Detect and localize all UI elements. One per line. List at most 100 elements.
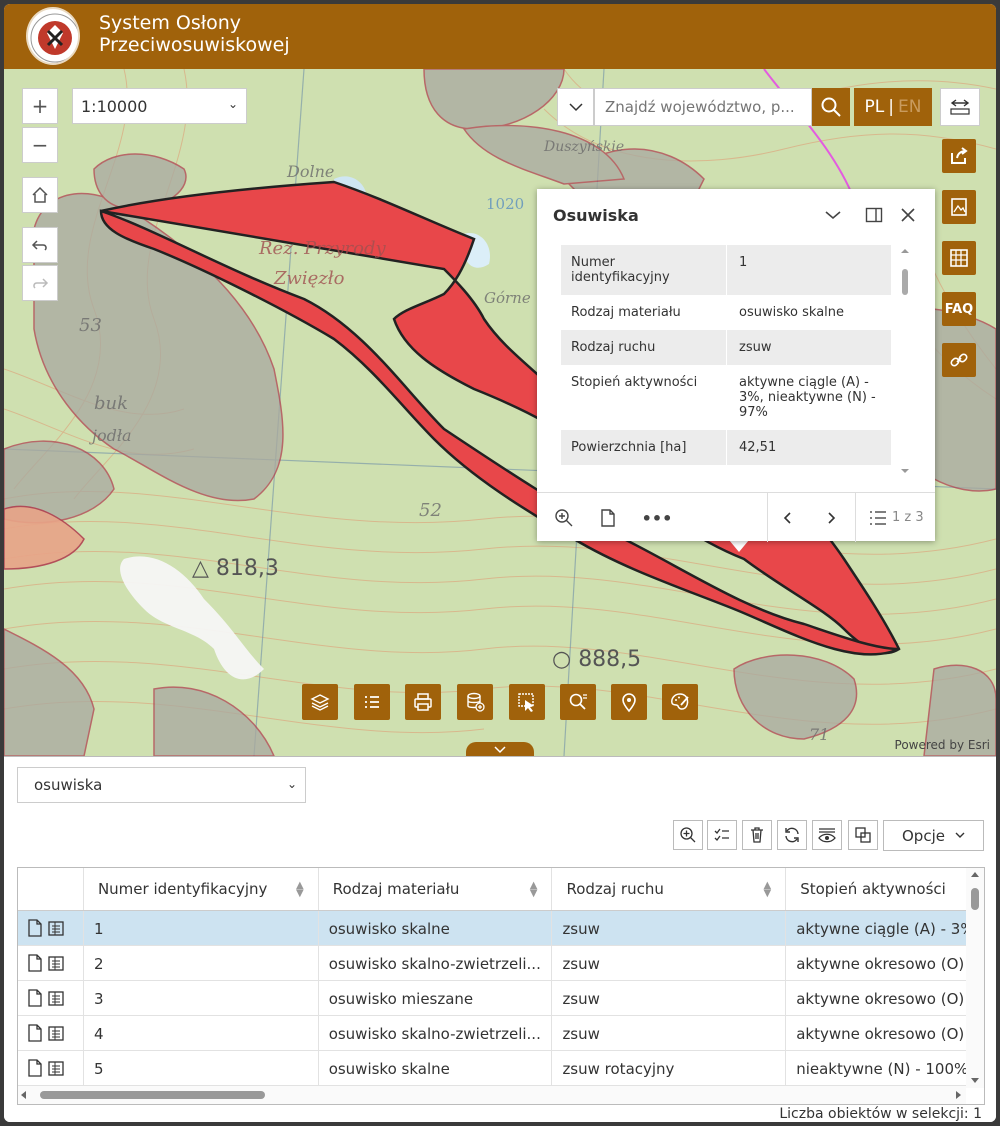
lang-pl[interactable]: PL — [865, 97, 885, 117]
chevron-down-icon — [955, 832, 965, 838]
database-add-icon — [467, 692, 485, 712]
options-dropdown[interactable]: Opcje — [883, 820, 984, 851]
filter-visible-button[interactable] — [812, 820, 842, 850]
layer-select[interactable]: osuwiska ⌄ — [17, 767, 306, 803]
switch-selection-button[interactable] — [848, 820, 878, 850]
measure-button[interactable] — [940, 88, 980, 126]
zoom-to-selection-button[interactable] — [673, 820, 703, 850]
scale-value: 1:10000 — [81, 97, 148, 116]
lang-en[interactable]: EN — [898, 97, 921, 117]
document-icon[interactable] — [26, 1058, 44, 1078]
home-button[interactable] — [22, 177, 58, 213]
clear-selection-button[interactable] — [742, 820, 772, 850]
popup-key: Stopień aktywności — [571, 375, 698, 390]
table-row[interactable]: 2 osuwisko skalno-zwietrzeli... zsuw akt… — [18, 946, 966, 981]
next-feature-button[interactable] — [818, 505, 844, 531]
column-header[interactable]: Stopień aktywności — [786, 868, 966, 910]
zoom-feature-icon[interactable] — [46, 953, 66, 973]
column-header[interactable]: Rodzaj ruchu ▲ ▼ — [552, 868, 787, 910]
table-row[interactable]: 4 osuwisko skalno-zwietrzeli... zsuw akt… — [18, 1016, 966, 1051]
query-button[interactable] — [560, 684, 596, 720]
document-icon[interactable] — [26, 918, 44, 938]
horizontal-scrollbar[interactable] — [18, 1086, 966, 1104]
document-icon[interactable] — [26, 988, 44, 1008]
popup-dock-button[interactable] — [862, 203, 886, 227]
sort-icon[interactable]: ▲ ▼ — [296, 881, 304, 899]
popup-key: Rodzaj ruchu — [571, 340, 656, 355]
checklist-icon — [714, 828, 729, 841]
chevron-right-icon — [828, 512, 836, 524]
map-label-888: ○ 888,5 — [552, 647, 641, 672]
layers-icon — [310, 694, 330, 711]
refresh-button[interactable] — [777, 820, 807, 850]
table-button[interactable] — [942, 241, 976, 275]
faq-button[interactable]: FAQ — [942, 292, 976, 326]
search-source-dropdown[interactable] — [557, 88, 594, 126]
map-label-jodla: jodła — [89, 426, 132, 445]
app-title-line1: System Osłony — [99, 12, 242, 34]
row-actions — [18, 911, 84, 945]
table-row[interactable]: 3 osuwisko mieszane zsuw aktywne okresow… — [18, 981, 966, 1016]
show-selected-button[interactable] — [707, 820, 737, 850]
sort-icon[interactable]: ▲ ▼ — [530, 881, 538, 899]
zoom-feature-icon[interactable] — [46, 1023, 66, 1043]
map-pin-icon — [622, 693, 636, 713]
row-actions — [18, 1051, 84, 1085]
cell: osuwisko mieszane — [319, 981, 553, 1015]
popup-scrollbar[interactable] — [899, 247, 911, 475]
language-switcher[interactable]: PL | EN — [854, 88, 932, 126]
sort-icon[interactable]: ▲ ▼ — [764, 881, 772, 899]
document-icon[interactable] — [26, 953, 44, 973]
vertical-scrollbar[interactable] — [966, 868, 984, 1088]
print-button[interactable] — [405, 684, 441, 720]
layers-button[interactable] — [302, 684, 338, 720]
table-row[interactable]: 1 osuwisko skalne zsuw aktywne ciągle (A… — [18, 911, 966, 946]
table-row[interactable]: 5 osuwisko skalne zsuw rotacyjny nieakty… — [18, 1051, 966, 1086]
collapse-panel-button[interactable] — [466, 742, 534, 756]
chevron-down-icon: ⌄ — [227, 97, 238, 111]
legend-button[interactable] — [354, 684, 390, 720]
map-view[interactable]: Dolne Rez. Przyrody Zwięzło 53 buk jodła… — [4, 69, 996, 756]
redo-button[interactable] — [22, 265, 58, 301]
draw-button[interactable] — [662, 684, 698, 720]
feature-list-button[interactable] — [865, 505, 891, 531]
zoom-feature-icon[interactable] — [46, 988, 66, 1008]
zoom-to-button[interactable] — [551, 505, 577, 531]
column-header[interactable]: Numer identyfikacyjny ▲ ▼ — [84, 868, 319, 910]
faq-label: FAQ — [944, 301, 974, 317]
popup-key: Rodzaj materiału — [571, 305, 681, 320]
link-icon — [950, 353, 968, 367]
search-button[interactable] — [812, 88, 850, 126]
location-button[interactable] — [611, 684, 647, 720]
more-options-button[interactable]: ••• — [642, 505, 673, 531]
select-button[interactable] — [509, 684, 545, 720]
popup-close-button[interactable] — [896, 203, 920, 227]
add-data-button[interactable] — [457, 684, 493, 720]
zoom-out-button[interactable]: − — [22, 127, 58, 163]
basemap-gallery-button[interactable] — [942, 190, 976, 224]
popup-collapse-button[interactable] — [821, 203, 845, 227]
search-input[interactable] — [594, 88, 812, 126]
column-header[interactable]: Rodzaj materiału ▲ ▼ — [319, 868, 553, 910]
document-icon[interactable] — [26, 1023, 44, 1043]
chevron-down-icon — [494, 746, 506, 754]
redo-icon — [33, 278, 49, 289]
popup-value: 1 — [726, 245, 891, 295]
undo-button[interactable] — [22, 227, 58, 263]
document-button[interactable] — [595, 505, 621, 531]
zoom-feature-icon[interactable] — [46, 1058, 66, 1078]
column-header-label: Rodzaj materiału — [332, 880, 460, 898]
previous-feature-button[interactable] — [775, 505, 801, 531]
scale-select[interactable]: 1:10000 ⌄ — [72, 88, 247, 124]
link-button[interactable] — [942, 343, 976, 377]
cell: osuwisko skalno-zwietrzeli... — [319, 1016, 553, 1050]
attribution[interactable]: Powered by Esri — [895, 738, 990, 752]
share-button[interactable] — [942, 139, 976, 173]
copy-squares-icon — [855, 827, 871, 843]
home-icon — [32, 186, 48, 203]
zoom-feature-icon[interactable] — [46, 918, 66, 938]
cell: osuwisko skalno-zwietrzeli... — [319, 946, 553, 980]
map-label-zwiezlo: Zwięzło — [273, 268, 345, 289]
zoom-in-button[interactable]: + — [22, 88, 58, 124]
popup-key: Powierzchnia [ha] — [571, 440, 687, 455]
